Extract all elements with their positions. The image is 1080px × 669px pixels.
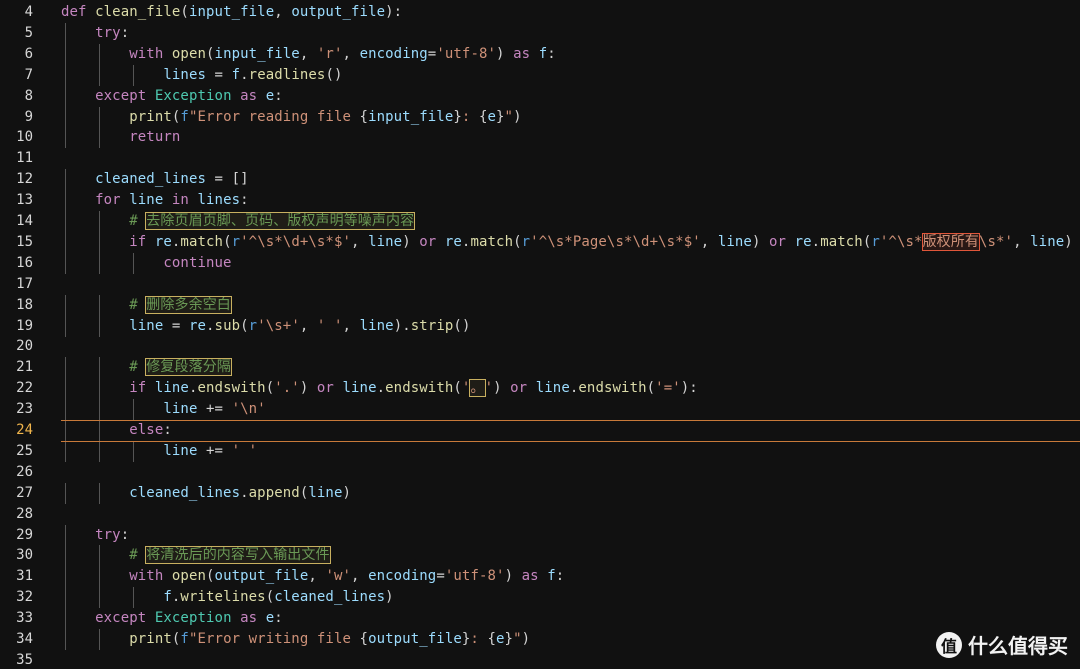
- code-line[interactable]: 14 # 去除页眉页脚、页码、版权声明等噪声内容: [0, 211, 1080, 232]
- code-line[interactable]: 34 print(f"Error writing file {output_fi…: [0, 629, 1080, 650]
- code-text: with open(output_file, 'w', encoding='ut…: [129, 568, 565, 585]
- watermark-text: 什么值得买: [968, 634, 1068, 658]
- code-text: for line in lines:: [95, 192, 249, 209]
- line-number: 27: [16, 484, 33, 501]
- code-line[interactable]: 29 try:: [0, 524, 1080, 546]
- code-text: def clean_file(input_file, output_file):: [61, 4, 403, 20]
- watermark-logo: 值 什么值得买: [936, 630, 1068, 659]
- code-line[interactable]: 27 cleaned_lines.append(line): [0, 482, 1080, 504]
- code-text: line += '\n': [163, 401, 266, 418]
- code-text: cleaned_lines.append(line): [129, 484, 352, 501]
- code-line[interactable]: 26: [0, 462, 1080, 483]
- line-number: 13: [16, 192, 33, 209]
- line-number: 6: [24, 45, 33, 62]
- line-number: 18: [16, 296, 33, 313]
- code-line[interactable]: 21 # 修复段落分隔: [0, 357, 1080, 379]
- line-number: 25: [16, 442, 33, 459]
- line-number: 24: [16, 422, 33, 438]
- code-text: if line.endswith('.') or line.endswith('…: [129, 379, 698, 398]
- code-text: line = re.sub(r'\s+', ' ', line).strip(): [129, 317, 471, 334]
- code-line[interactable]: 24 else:: [0, 420, 1080, 441]
- current-line-highlight: [61, 440, 1080, 442]
- code-text: # 去除页眉页脚、页码、版权声明等噪声内容: [129, 212, 416, 230]
- code-text: try:: [95, 24, 130, 41]
- code-line[interactable]: 23 line += '\n': [0, 399, 1080, 421]
- line-number: 22: [16, 380, 33, 397]
- code-text: if re.match(r'^\s*\d+\s*$', line) or re.…: [129, 232, 1080, 251]
- line-number: 26: [16, 463, 33, 480]
- code-line[interactable]: 8 except Exception as e:: [0, 85, 1080, 107]
- code-text: else:: [129, 422, 172, 438]
- code-text: # 修复段落分隔: [129, 358, 232, 377]
- code-line[interactable]: 16 continue: [0, 252, 1080, 274]
- line-number: 23: [16, 401, 33, 418]
- line-number: 32: [16, 589, 33, 606]
- line-number: 19: [16, 317, 33, 334]
- code-text: # 删除多余空白: [129, 295, 232, 314]
- code-text: line += ' ': [163, 442, 258, 459]
- code-text: # 将清洗后的内容写入输出文件: [129, 546, 331, 565]
- code-text: except Exception as e:: [95, 610, 283, 627]
- code-line[interactable]: 7 lines = f.readlines(): [0, 64, 1080, 86]
- line-number: 9: [24, 108, 33, 125]
- code-line[interactable]: 15 if re.match(r'^\s*\d+\s*$', line) or …: [0, 231, 1080, 253]
- code-text: lines = f.readlines(): [163, 66, 343, 83]
- line-number: 29: [16, 526, 33, 543]
- line-number: 10: [16, 129, 33, 146]
- current-line-highlight: [61, 420, 1080, 421]
- line-number: 5: [24, 24, 33, 41]
- code-line[interactable]: 18 # 删除多余空白: [0, 294, 1080, 316]
- line-number: 30: [16, 547, 33, 564]
- code-line[interactable]: 6 with open(input_file, 'r', encoding='u…: [0, 43, 1080, 65]
- code-line[interactable]: 13 for line in lines:: [0, 190, 1080, 212]
- line-number: 20: [16, 338, 33, 355]
- code-line[interactable]: 11: [0, 148, 1080, 169]
- code-text: print(f"Error reading file {input_file}:…: [129, 108, 522, 125]
- line-number: 21: [16, 359, 33, 376]
- line-number: 14: [16, 213, 33, 229]
- code-line[interactable]: 19 line = re.sub(r'\s+', ' ', line).stri…: [0, 315, 1080, 337]
- code-line[interactable]: 22 if line.endswith('.') or line.endswit…: [0, 378, 1080, 400]
- code-text: return: [129, 129, 181, 146]
- line-number: 16: [16, 254, 33, 271]
- code-line[interactable]: 25 line += ' ': [0, 440, 1080, 462]
- code-line[interactable]: 9 print(f"Error reading file {input_file…: [0, 106, 1080, 128]
- line-number: 33: [16, 610, 33, 627]
- line-number: 31: [16, 568, 33, 585]
- code-text: cleaned_lines = []: [95, 171, 249, 188]
- code-line[interactable]: 12 cleaned_lines = []: [0, 169, 1080, 191]
- code-line[interactable]: 33 except Exception as e:: [0, 608, 1080, 630]
- line-number: 7: [24, 66, 33, 83]
- code-line[interactable]: 35: [0, 650, 1080, 669]
- line-number: 12: [16, 171, 33, 188]
- line-number: 34: [16, 631, 33, 647]
- code-line[interactable]: 32 f.writelines(cleaned_lines): [0, 587, 1080, 609]
- code-text: f.writelines(cleaned_lines): [163, 589, 394, 606]
- line-number: 4: [24, 4, 33, 20]
- code-text: try:: [95, 526, 130, 543]
- code-line[interactable]: 28: [0, 504, 1080, 525]
- code-text: continue: [163, 254, 232, 271]
- line-number: 17: [16, 275, 33, 292]
- line-number: 28: [16, 505, 33, 522]
- code-line[interactable]: 4 def clean_file(input_file, output_file)…: [0, 2, 1080, 23]
- code-line[interactable]: 31 with open(output_file, 'w', encoding=…: [0, 566, 1080, 588]
- code-text: with open(input_file, 'r', encoding='utf…: [129, 45, 556, 62]
- line-number: 8: [24, 87, 33, 104]
- code-text: except Exception as e:: [95, 87, 283, 104]
- line-number: 11: [16, 150, 33, 167]
- code-line[interactable]: 30 # 将清洗后的内容写入输出文件: [0, 545, 1080, 567]
- line-number: 35: [16, 651, 33, 668]
- brand-logo-icon: 值: [936, 631, 962, 658]
- code-editor[interactable]: 4 def clean_file(input_file, output_file)…: [0, 0, 1080, 669]
- code-line[interactable]: 5 try:: [0, 22, 1080, 44]
- code-line[interactable]: 20: [0, 336, 1080, 357]
- line-number: 15: [16, 233, 33, 250]
- code-line[interactable]: 10 return: [0, 127, 1080, 149]
- code-line[interactable]: 17: [0, 274, 1080, 295]
- code-text: print(f"Error writing file {output_file}…: [129, 631, 531, 647]
